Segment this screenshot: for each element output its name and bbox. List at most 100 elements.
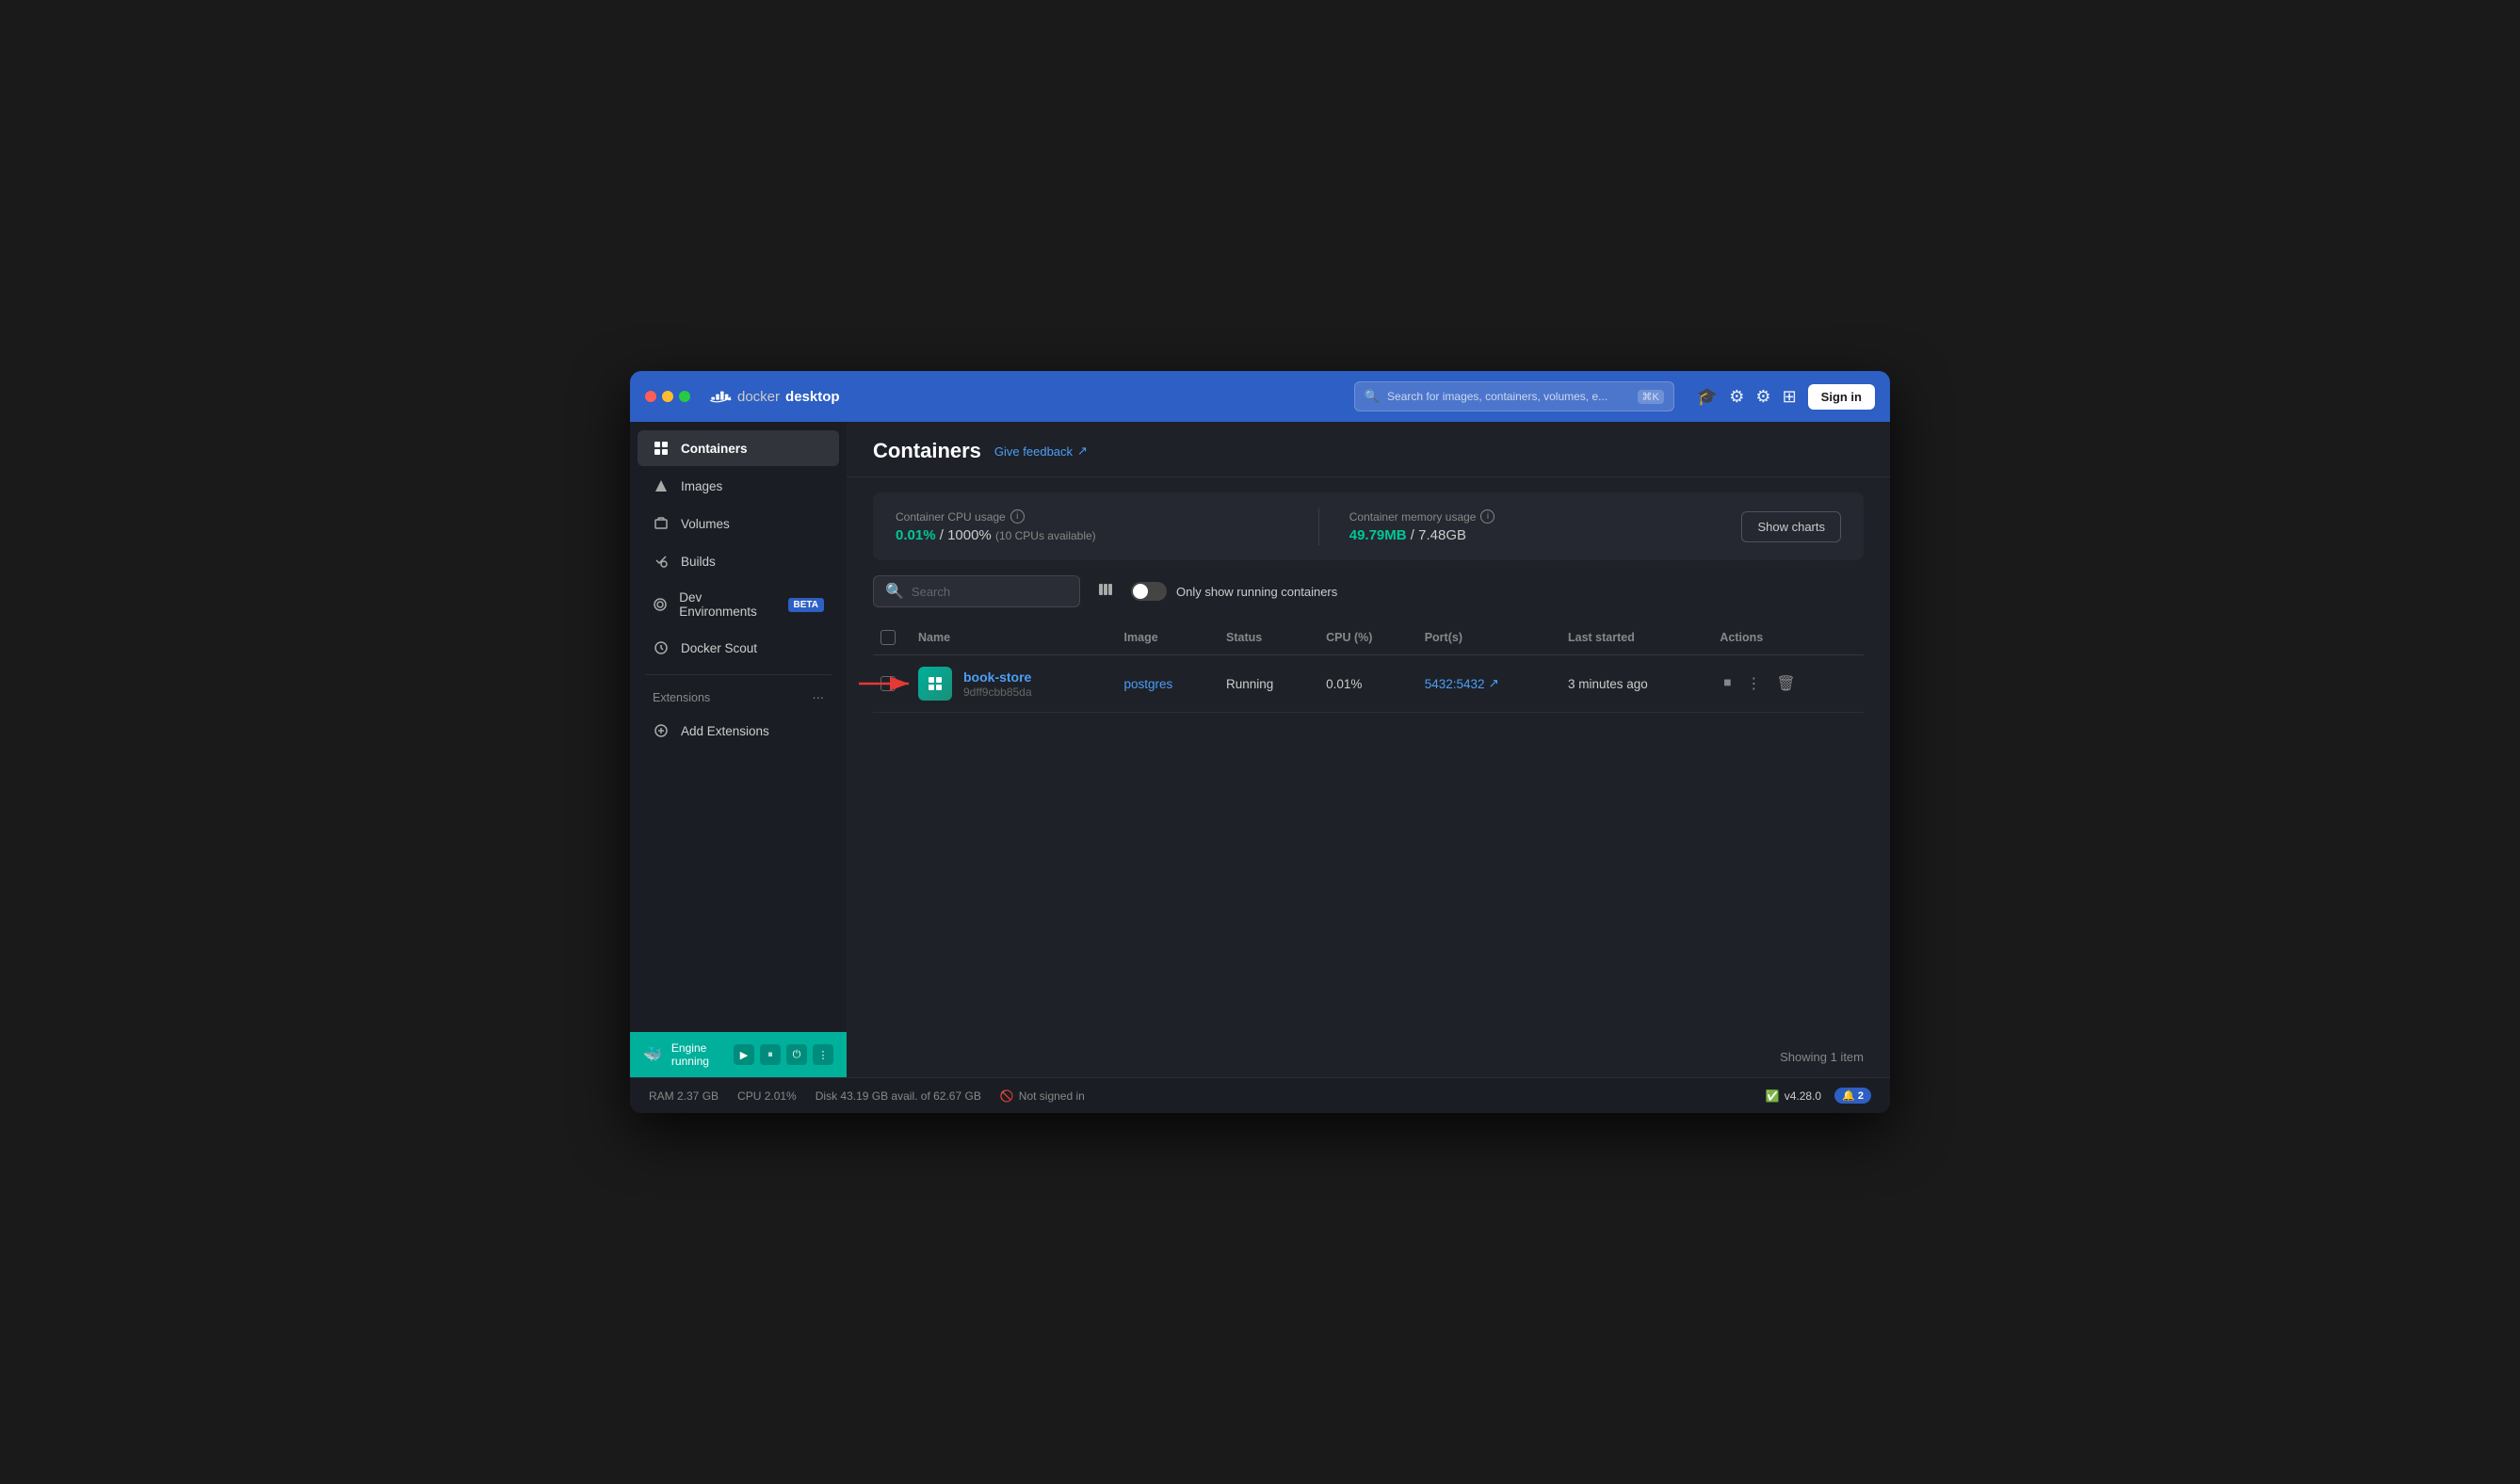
show-charts-button[interactable]: Show charts	[1741, 511, 1841, 542]
volumes-label: Volumes	[681, 517, 730, 531]
image-link[interactable]: postgres	[1124, 677, 1173, 691]
running-toggle-wrap: Only show running containers	[1131, 582, 1337, 601]
add-extensions-icon	[653, 722, 670, 739]
statusbar: RAM 2.37 GB CPU 2.01% Disk 43.19 GB avai…	[630, 1077, 1890, 1113]
containers-table-wrap: Name Image Status CPU (%) Port(s) Last s…	[847, 621, 1890, 1037]
ram-status: RAM 2.37 GB	[649, 1089, 719, 1103]
content-header: Containers Give feedback ↗	[847, 422, 1890, 477]
search-icon: 🔍	[1365, 389, 1380, 404]
sign-in-button[interactable]: Sign in	[1808, 384, 1875, 410]
select-all-checkbox[interactable]	[880, 630, 896, 645]
row-cpu-cell: 0.01%	[1318, 655, 1417, 713]
sidebar-item-builds[interactable]: Builds	[638, 543, 839, 579]
engine-pause-button[interactable]: ⏸	[760, 1044, 781, 1065]
main-layout: Containers Images Volumes Builds	[630, 422, 1890, 1077]
sidebar-item-volumes[interactable]: Volumes	[638, 506, 839, 541]
table-row: book-store 9dff9cbb85da postgres Running	[873, 655, 1864, 713]
global-search-bar[interactable]: 🔍 Search for images, containers, volumes…	[1354, 381, 1674, 411]
cpu-status: CPU 2.01%	[737, 1089, 797, 1103]
whale-icon: 🐳	[643, 1045, 662, 1064]
container-id: 9dff9cbb85da	[963, 686, 1032, 699]
engine-actions: ▶ ⏸ ⏻ ⋮	[734, 1044, 833, 1065]
engine-play-button[interactable]: ▶	[734, 1044, 754, 1065]
traffic-lights	[645, 391, 690, 402]
no-wifi-icon: 🚫	[1000, 1089, 1014, 1103]
engine-status-bar: 🐳 Engine running ▶ ⏸ ⏻ ⋮	[630, 1032, 847, 1077]
extensions-icon[interactable]: ⚙	[1729, 387, 1744, 407]
notif-count: 2	[1858, 1090, 1864, 1102]
builds-icon	[653, 553, 670, 570]
learn-icon[interactable]: 🎓	[1697, 387, 1718, 407]
containers-label: Containers	[681, 442, 748, 456]
volumes-icon	[653, 515, 670, 532]
running-toggle[interactable]	[1131, 582, 1167, 601]
minimize-button[interactable]	[662, 391, 673, 402]
cpu-stat-group: Container CPU usage i 0.01% / 1000% (10 …	[896, 509, 1288, 543]
close-button[interactable]	[645, 391, 656, 402]
delete-button[interactable]: 🗑	[1772, 670, 1799, 697]
port-link[interactable]: 5432:5432 ↗	[1425, 676, 1553, 691]
sidebar-item-images[interactable]: Images	[638, 468, 839, 504]
engine-menu-button[interactable]: ⋮	[813, 1044, 833, 1065]
th-actions: Actions	[1712, 621, 1864, 655]
feedback-link[interactable]: Give feedback ↗	[994, 444, 1088, 459]
titlebar: docker desktop 🔍 Search for images, cont…	[630, 371, 1890, 422]
feedback-label: Give feedback	[994, 444, 1073, 459]
table-body: book-store 9dff9cbb85da postgres Running	[873, 655, 1864, 713]
page-title: Containers	[873, 439, 981, 463]
container-name-cell: book-store 9dff9cbb85da	[918, 667, 1109, 701]
containers-icon	[653, 440, 670, 457]
th-last-started: Last started	[1560, 621, 1712, 655]
docker-scout-icon	[653, 639, 670, 656]
container-search-wrap[interactable]: 🔍	[873, 575, 1080, 607]
maximize-button[interactable]	[679, 391, 690, 402]
grid-icon[interactable]: ⊞	[1783, 387, 1797, 407]
columns-button[interactable]	[1093, 577, 1118, 606]
signin-status: 🚫 Not signed in	[1000, 1089, 1085, 1103]
engine-power-button[interactable]: ⏻	[786, 1044, 807, 1065]
sidebar-item-containers[interactable]: Containers	[638, 430, 839, 466]
container-icon	[918, 667, 952, 701]
row-ports-cell: 5432:5432 ↗	[1417, 655, 1560, 713]
cpu-stat-value: 0.01% / 1000% (10 CPUs available)	[896, 527, 1288, 543]
builds-label: Builds	[681, 555, 716, 569]
th-checkbox	[873, 621, 911, 655]
docker-whale-icon	[709, 388, 732, 405]
container-app-icon	[926, 674, 945, 693]
external-link-icon: ↗	[1489, 676, 1499, 691]
extensions-section-header: Extensions ⋯	[630, 683, 847, 712]
container-name-link[interactable]: book-store	[963, 669, 1032, 685]
docker-scout-label: Docker Scout	[681, 641, 757, 655]
version-label: v4.28.0	[1785, 1089, 1821, 1103]
beta-badge: BETA	[788, 598, 824, 612]
memory-stat-label: Container memory usage i	[1349, 509, 1742, 524]
stats-bar: Container CPU usage i 0.01% / 1000% (10 …	[873, 492, 1864, 560]
notification-badge[interactable]: 🔔 2	[1834, 1088, 1871, 1104]
sidebar-item-docker-scout[interactable]: Docker Scout	[638, 630, 839, 666]
stop-button[interactable]: ⏹	[1720, 671, 1735, 696]
settings-icon[interactable]: ⚙	[1755, 387, 1770, 407]
app-window: docker desktop 🔍 Search for images, cont…	[630, 371, 1890, 1113]
th-cpu: CPU (%)	[1318, 621, 1417, 655]
sidebar-item-add-extensions[interactable]: Add Extensions	[638, 713, 839, 749]
more-options-button[interactable]: ⋮	[1742, 670, 1765, 697]
disk-value: Disk 43.19 GB avail. of 62.67 GB	[816, 1089, 981, 1103]
extensions-menu-icon[interactable]: ⋯	[813, 690, 825, 704]
stats-divider	[1318, 508, 1319, 545]
add-extensions-label: Add Extensions	[681, 724, 769, 738]
bell-icon: 🔔	[1842, 1090, 1855, 1102]
content-area: Containers Give feedback ↗ Container CPU…	[847, 422, 1890, 1077]
sidebar-item-dev-environments[interactable]: Dev Environments BETA	[638, 581, 839, 628]
toolbar: 🔍 Only show running containers	[847, 575, 1890, 621]
port-value: 5432:5432	[1425, 677, 1485, 691]
cpu-value: 0.01%	[1326, 677, 1362, 691]
docker-logo: docker desktop	[709, 388, 840, 405]
memory-info-icon[interactable]: i	[1480, 509, 1494, 524]
cpu-info-icon[interactable]: i	[1010, 509, 1025, 524]
sidebar-divider	[645, 674, 832, 675]
toggle-label: Only show running containers	[1176, 585, 1337, 599]
images-label: Images	[681, 479, 722, 493]
container-search-input[interactable]	[912, 585, 1068, 599]
th-image: Image	[1117, 621, 1220, 655]
sidebar-spacer	[630, 750, 847, 1032]
